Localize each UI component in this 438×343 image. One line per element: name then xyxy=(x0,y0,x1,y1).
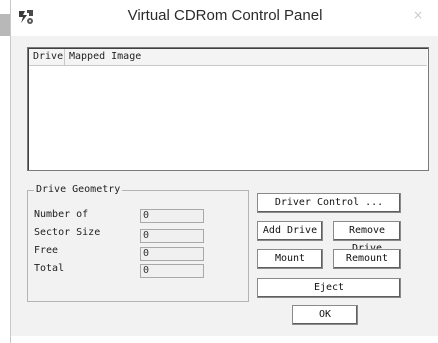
ok-button[interactable]: OK xyxy=(292,305,358,325)
close-icon: × xyxy=(412,8,424,22)
column-header-drive[interactable]: Drive xyxy=(29,49,65,65)
free-field: 0 xyxy=(140,247,204,261)
window-bottom-edge xyxy=(11,336,438,343)
drive-geometry-title: Drive Geometry xyxy=(34,184,123,195)
column-header-mapped-image[interactable]: Mapped Image xyxy=(65,49,185,65)
drive-list[interactable]: Drive Mapped Image xyxy=(27,47,429,171)
title-bar: Virtual CDRom Control Panel × xyxy=(11,0,438,36)
add-drive-button[interactable]: Add Drive xyxy=(257,221,323,241)
eject-button[interactable]: Eject xyxy=(257,278,401,298)
sector-size-field: 0 xyxy=(140,229,204,243)
total-label: Total xyxy=(34,263,65,274)
close-button[interactable]: × xyxy=(407,6,429,24)
remount-button[interactable]: Remount xyxy=(333,249,401,269)
window-title: Virtual CDRom Control Panel xyxy=(127,7,323,24)
sector-size-label: Sector Size xyxy=(34,227,101,238)
list-header: Drive Mapped Image xyxy=(29,49,427,66)
number-of-label: Number of xyxy=(34,209,89,220)
remove-drive-button[interactable]: Remove Drive xyxy=(333,221,401,254)
mount-button[interactable]: Mount xyxy=(257,249,323,269)
driver-control-button[interactable]: Driver Control ... xyxy=(257,193,401,213)
free-label: Free xyxy=(34,245,59,256)
number-of-field: 0 xyxy=(140,209,204,223)
drive-geometry-group: Drive Geometry Number of 0 Sector Size 0… xyxy=(27,184,249,302)
total-field: 0 xyxy=(140,264,204,278)
background-window-edge xyxy=(0,14,10,36)
control-panel-window: Virtual CDRom Control Panel × Drive Mapp… xyxy=(10,0,438,343)
